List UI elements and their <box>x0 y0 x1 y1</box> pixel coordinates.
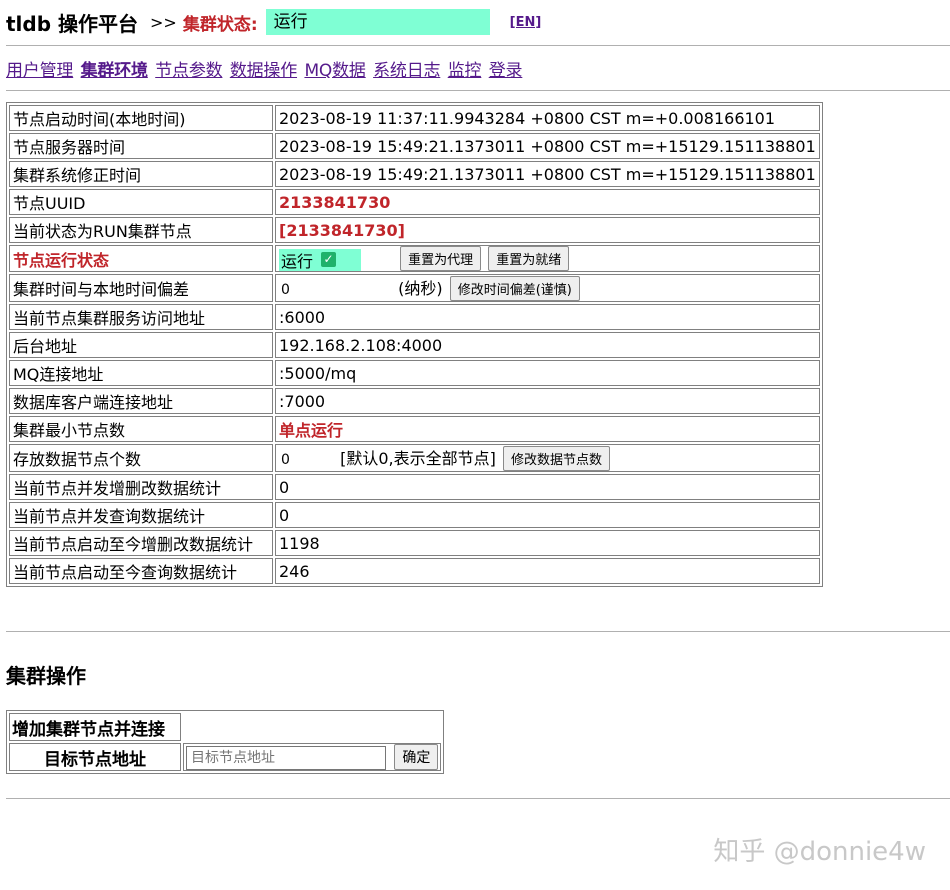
divider <box>6 798 950 799</box>
data-nodes-hint: [默认0,表示全部节点] <box>340 449 496 468</box>
main-nav: 用户管理 集群环境 节点参数 数据操作 MQ数据 系统日志 监控 登录 <box>6 56 524 81</box>
table-row: 集群最小节点数 单点运行 <box>9 416 820 442</box>
table-row: 目标节点地址 确定 <box>9 743 442 771</box>
cluster-info-table: 节点启动时间(本地时间) 2023-08-19 11:37:11.9943284… <box>6 102 823 587</box>
row-label: 当前状态为RUN集群节点 <box>9 217 273 243</box>
nav-system-log[interactable]: 系统日志 <box>373 61 440 81</box>
concurrent-query-value: 0 <box>275 502 820 528</box>
row-label: 存放数据节点个数 <box>9 444 273 472</box>
cluster-ops-title: 集群操作 <box>6 664 86 688</box>
table-row: 当前节点启动至今增删改数据统计 1198 <box>9 530 820 556</box>
table-row: 节点运行状态 运行 ✓ 重置为代理 重置为就绪 <box>9 245 820 272</box>
divider <box>6 90 950 91</box>
row-label: 当前节点集群服务访问地址 <box>9 304 273 330</box>
cluster-time-value: 2023-08-19 15:49:21.1373011 +0800 CST m=… <box>275 161 820 187</box>
nav-mq-data[interactable]: MQ数据 <box>304 61 365 81</box>
header-bar: tldb 操作平台 >> 集群状态: 运行 [EN] <box>6 6 936 38</box>
time-offset-cell: 0 (纳秒) 修改时间偏差(谨慎) <box>275 274 820 302</box>
table-row: 当前节点并发查询数据统计 0 <box>9 502 820 528</box>
run-state-cell: 运行 ✓ 重置为代理 重置为就绪 <box>275 245 820 272</box>
nav-login[interactable]: 登录 <box>489 61 523 81</box>
table-row: 后台地址 192.168.2.108:4000 <box>9 332 820 358</box>
data-nodes-cell: 0 [默认0,表示全部节点] 修改数据节点数 <box>275 444 820 472</box>
row-label: 集群系统修正时间 <box>9 161 273 187</box>
run-node-value: [2133841730] <box>275 217 820 243</box>
reset-ready-button[interactable]: 重置为就绪 <box>488 246 570 271</box>
add-node-table: 增加集群节点并连接 目标节点地址 确定 <box>6 710 445 774</box>
table-row: 存放数据节点个数 0 [默认0,表示全部节点] 修改数据节点数 <box>9 444 820 472</box>
server-time-value: 2023-08-19 15:49:21.1373011 +0800 CST m=… <box>275 133 820 159</box>
row-label: 当前节点并发增删改数据统计 <box>9 474 273 500</box>
breadcrumb-separator: >> <box>150 12 177 32</box>
row-label: 集群最小节点数 <box>9 416 273 442</box>
data-nodes-value: 0 <box>281 452 290 468</box>
table-row: 节点UUID 2133841730 <box>9 189 820 215</box>
row-label: 节点服务器时间 <box>9 133 273 159</box>
row-label: 数据库客户端连接地址 <box>9 388 273 414</box>
start-time-value: 2023-08-19 11:37:11.9943284 +0800 CST m=… <box>275 105 820 131</box>
nav-data-ops[interactable]: 数据操作 <box>230 61 297 81</box>
divider <box>6 45 950 46</box>
target-node-cell: 确定 <box>183 743 442 771</box>
run-state-value: 运行 <box>281 251 314 271</box>
row-label: 后台地址 <box>9 332 273 358</box>
table-row: 数据库客户端连接地址 :7000 <box>9 388 820 414</box>
nav-cluster-env[interactable]: 集群环境 <box>81 61 148 81</box>
concurrent-write-value: 0 <box>275 474 820 500</box>
admin-addr-value: 192.168.2.108:4000 <box>275 332 820 358</box>
total-write-value: 1198 <box>275 530 820 556</box>
mq-addr-value: :5000/mq <box>275 360 820 386</box>
cluster-status-label: 集群状态: <box>182 14 258 35</box>
row-label: 当前节点启动至今查询数据统计 <box>9 558 273 584</box>
table-row: 当前节点并发增删改数据统计 0 <box>9 474 820 500</box>
db-client-addr-value: :7000 <box>275 388 820 414</box>
table-row: MQ连接地址 :5000/mq <box>9 360 820 386</box>
row-label: MQ连接地址 <box>9 360 273 386</box>
target-node-label: 目标节点地址 <box>9 743 181 771</box>
table-row: 当前节点集群服务访问地址 :6000 <box>9 304 820 330</box>
min-nodes-value: 单点运行 <box>275 416 820 442</box>
check-icon: ✓ <box>321 252 337 267</box>
time-offset-value: 0 <box>281 282 290 298</box>
total-query-value: 246 <box>275 558 820 584</box>
reset-proxy-button[interactable]: 重置为代理 <box>400 246 482 271</box>
service-addr-value: :6000 <box>275 304 820 330</box>
nav-node-params[interactable]: 节点参数 <box>155 61 222 81</box>
confirm-button[interactable]: 确定 <box>394 744 439 770</box>
modify-data-nodes-button[interactable]: 修改数据节点数 <box>502 446 610 471</box>
row-label: 当前节点启动至今增删改数据统计 <box>9 530 273 556</box>
nav-monitor[interactable]: 监控 <box>448 61 482 81</box>
table-row: 增加集群节点并连接 <box>9 713 441 741</box>
time-offset-unit: (纳秒) <box>398 279 443 298</box>
cluster-status-value: 运行 <box>265 9 490 35</box>
row-label: 集群时间与本地时间偏差 <box>9 274 273 302</box>
table-row: 集群时间与本地时间偏差 0 (纳秒) 修改时间偏差(谨慎) <box>9 274 820 302</box>
node-uuid-value: 2133841730 <box>275 189 820 215</box>
table-row: 当前状态为RUN集群节点 [2133841730] <box>9 217 820 243</box>
run-state-badge: 运行 ✓ <box>279 248 361 271</box>
table-row: 节点启动时间(本地时间) 2023-08-19 11:37:11.9943284… <box>9 105 820 131</box>
modify-offset-button[interactable]: 修改时间偏差(谨慎) <box>449 276 580 301</box>
row-label: 节点启动时间(本地时间) <box>9 105 273 131</box>
app-title: tldb 操作平台 <box>6 11 139 36</box>
row-label: 节点UUID <box>9 189 273 215</box>
nav-user-management[interactable]: 用户管理 <box>6 61 73 81</box>
row-label: 节点运行状态 <box>9 245 273 272</box>
table-row: 集群系统修正时间 2023-08-19 15:49:21.1373011 +08… <box>9 161 820 187</box>
table-row: 当前节点启动至今查询数据统计 246 <box>9 558 820 584</box>
target-node-input[interactable] <box>186 746 386 770</box>
row-label: 当前节点并发查询数据统计 <box>9 502 273 528</box>
add-node-header: 增加集群节点并连接 <box>9 713 181 741</box>
watermark: 知乎 @donnie4w <box>713 837 926 867</box>
divider <box>6 631 950 632</box>
table-row: 节点服务器时间 2023-08-19 15:49:21.1373011 +080… <box>9 133 820 159</box>
language-switch-link[interactable]: [EN] <box>510 15 542 30</box>
